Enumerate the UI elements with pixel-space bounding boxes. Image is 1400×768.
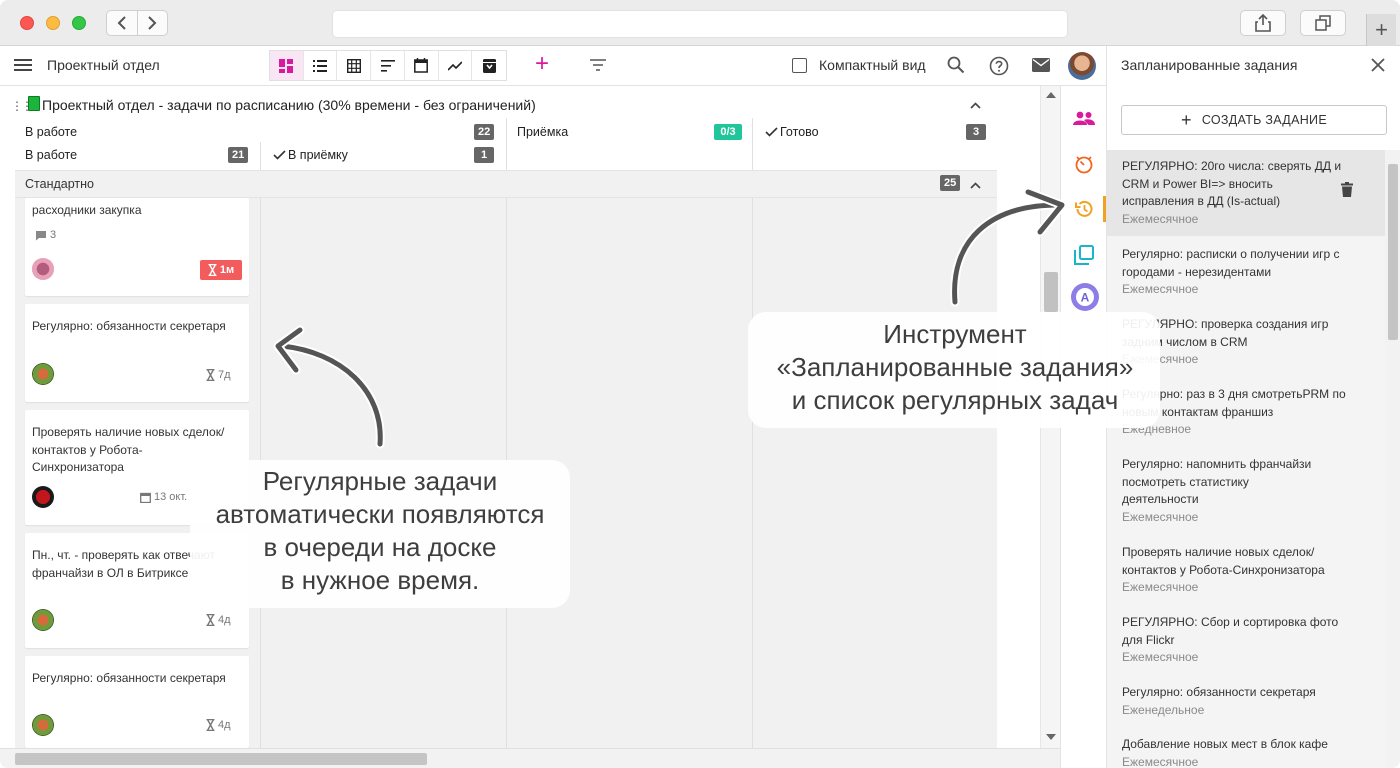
browser-window: + Проектный отдел + Компактный вид ⋮⋮ Пр… <box>0 0 1400 768</box>
arrow-to-panel-icon <box>950 187 1067 307</box>
annotation-arrows <box>273 187 1067 449</box>
arrow-to-board-icon <box>273 325 385 449</box>
